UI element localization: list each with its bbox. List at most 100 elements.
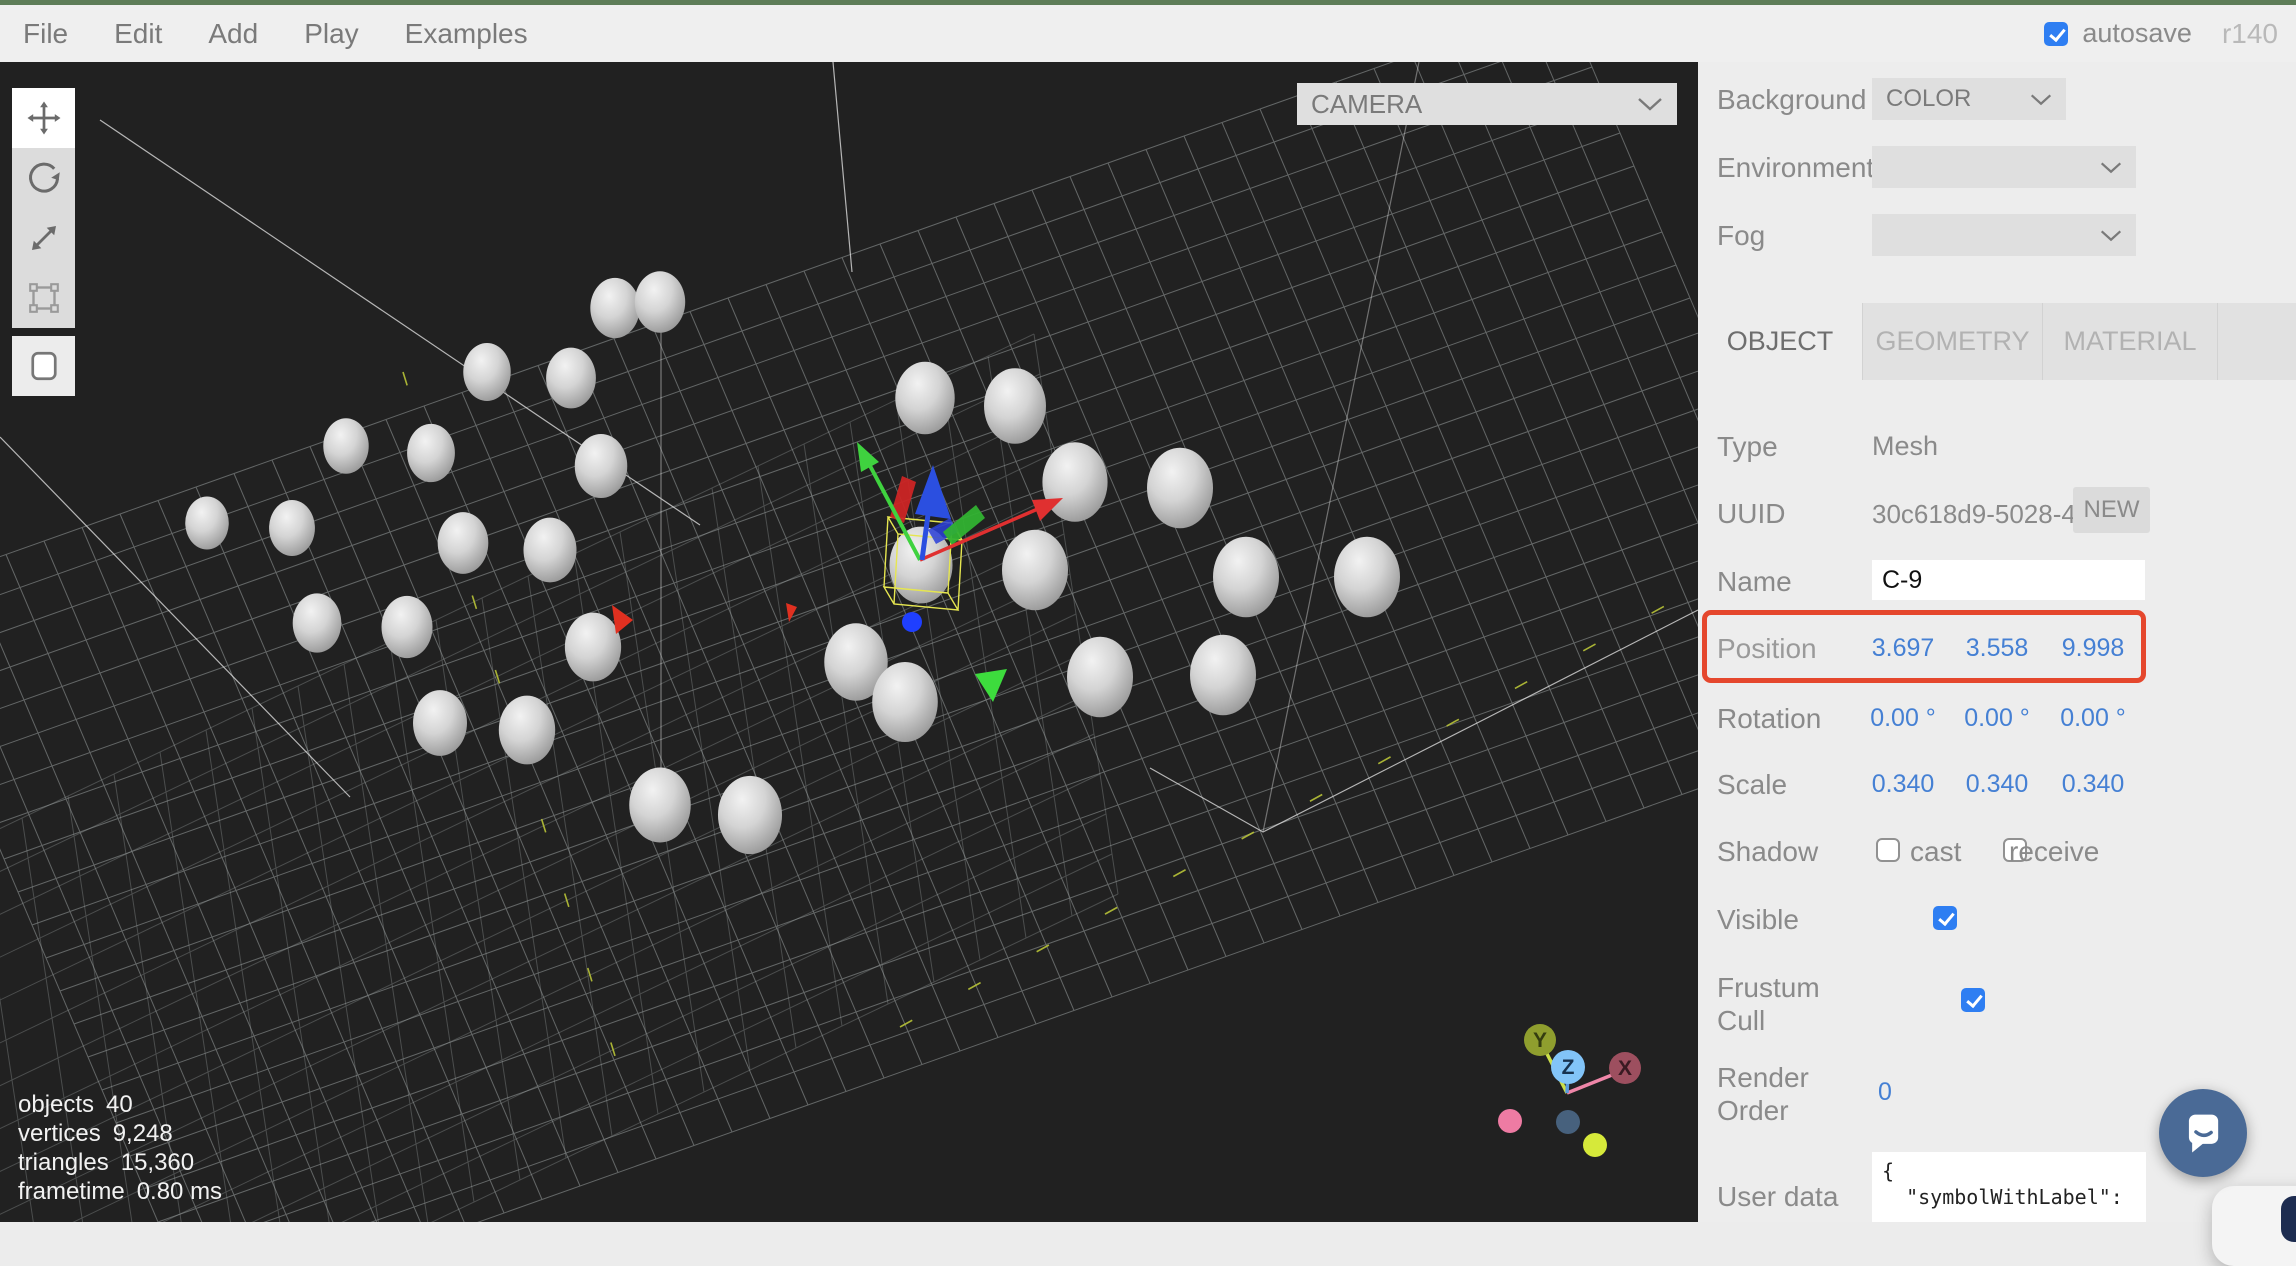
sphere-mesh[interactable]: [1334, 537, 1400, 618]
rotation-z-field[interactable]: 0.00 °: [2057, 704, 2129, 733]
shadow-cast-checkbox[interactable]: [1876, 838, 1900, 862]
axis-neg-x-ball[interactable]: [1498, 1109, 1522, 1133]
camera-select[interactable]: CAMERA: [1297, 83, 1677, 125]
scale-z-field[interactable]: 0.340: [2057, 770, 2129, 799]
autosave-checkbox[interactable]: [2044, 22, 2068, 46]
sphere-mesh[interactable]: [984, 368, 1046, 444]
scale-tool-button[interactable]: [12, 208, 75, 268]
camera-helper-lines: [0, 62, 1698, 832]
sphere-mesh[interactable]: [293, 593, 342, 652]
tab-material[interactable]: MATERIAL: [2043, 303, 2218, 380]
name-label: Name: [1717, 566, 1792, 598]
background-color-swatch[interactable]: [2083, 87, 2131, 113]
scale-label: Scale: [1717, 769, 1787, 801]
uuid-new-button[interactable]: NEW: [2073, 487, 2150, 533]
type-value: Mesh: [1872, 431, 1938, 462]
shadow-label: Shadow: [1717, 836, 1818, 868]
sphere-mesh[interactable]: [463, 343, 510, 401]
stat-frametime-value: 0.80 ms: [137, 1177, 222, 1206]
sphere-mesh[interactable]: [438, 512, 489, 574]
version-label[interactable]: r140: [2222, 18, 2278, 50]
sphere-mesh[interactable]: [523, 518, 576, 583]
sphere-mesh[interactable]: [499, 696, 555, 765]
shadow-cast-label: cast: [1910, 836, 1961, 868]
axis-x-label: X: [1618, 1057, 1632, 1080]
transform-rect-tool-button[interactable]: [12, 268, 75, 328]
sphere-mesh[interactable]: [269, 500, 315, 556]
background-select-value: COLOR: [1886, 85, 1971, 113]
scale-x-field[interactable]: 0.340: [1867, 770, 1939, 799]
axis-neg-y-ball[interactable]: [1583, 1133, 1607, 1157]
sphere-mesh[interactable]: [323, 418, 368, 473]
visible-label: Visible: [1717, 904, 1799, 936]
tab-geometry[interactable]: GEOMETRY: [1863, 303, 2043, 380]
stat-objects-label: objects: [18, 1090, 94, 1119]
sphere-meshes[interactable]: [185, 271, 1400, 854]
tab-object[interactable]: OBJECT: [1698, 303, 1863, 380]
corner-widget[interactable]: [2281, 1196, 2296, 1242]
sphere-mesh[interactable]: [565, 613, 621, 682]
sphere-mesh[interactable]: [635, 271, 685, 333]
viewport-toolbar: [12, 88, 75, 396]
rotation-label: Rotation: [1717, 703, 1821, 735]
render-stats: objects40 vertices9,248 triangles15,360 …: [18, 1090, 222, 1206]
sphere-mesh[interactable]: [1042, 442, 1107, 522]
sphere-mesh[interactable]: [590, 278, 639, 338]
menu-file[interactable]: File: [0, 18, 91, 50]
sphere-mesh[interactable]: [575, 434, 628, 498]
sphere-mesh[interactable]: [872, 662, 938, 742]
position-label: Position: [1717, 633, 1817, 665]
render-order-field[interactable]: 0: [1878, 1078, 1892, 1107]
stat-frametime-label: frametime: [18, 1177, 125, 1206]
visible-checkbox[interactable]: [1933, 906, 1957, 930]
stat-vertices-value: 9,248: [113, 1119, 173, 1148]
camera-select-value: CAMERA: [1311, 89, 1422, 120]
scene-canvas[interactable]: Y X Z: [0, 62, 1698, 1222]
user-data-textarea[interactable]: { "symbolWithLabel":: [1872, 1152, 2146, 1222]
sphere-mesh[interactable]: [1213, 537, 1279, 618]
stat-vertices-label: vertices: [18, 1119, 101, 1148]
gizmo-z-arrow[interactable]: [915, 465, 951, 519]
sphere-mesh[interactable]: [407, 424, 455, 482]
background-select[interactable]: COLOR: [1872, 78, 2066, 120]
rotation-x-field[interactable]: 0.00 °: [1867, 704, 1939, 733]
sphere-mesh[interactable]: [629, 767, 691, 842]
local-space-toggle-button[interactable]: [12, 336, 75, 396]
menu-examples[interactable]: Examples: [382, 18, 551, 50]
sphere-mesh[interactable]: [1067, 637, 1133, 718]
rotate-tool-button[interactable]: [12, 148, 75, 208]
menu-add[interactable]: Add: [185, 18, 281, 50]
axis-neg-z-ball[interactable]: [1556, 1110, 1580, 1134]
autosave-label: autosave: [2082, 18, 2192, 49]
gizmo-y-arrow[interactable]: [857, 442, 879, 472]
view-axis-helper[interactable]: Y X Z: [1498, 1024, 1641, 1157]
menubar: File Edit Add Play Examples autosave r14…: [0, 5, 2296, 62]
sphere-mesh[interactable]: [718, 776, 782, 854]
sidebar-tabbar: OBJECT GEOMETRY MATERIAL: [1698, 303, 2296, 380]
menu-play[interactable]: Play: [281, 18, 381, 50]
translate-tool-button[interactable]: [12, 88, 75, 148]
scale-y-field[interactable]: 0.340: [1961, 770, 2033, 799]
sphere-mesh[interactable]: [546, 348, 596, 409]
viewport[interactable]: Y X Z: [0, 62, 1698, 1222]
position-y-field[interactable]: 3.558: [1961, 634, 2033, 663]
shadow-receive-label: receive: [2009, 836, 2099, 868]
sphere-mesh[interactable]: [413, 690, 467, 756]
position-z-field[interactable]: 9.998: [2057, 634, 2129, 663]
sphere-mesh[interactable]: [1002, 530, 1068, 611]
fog-select[interactable]: [1872, 214, 2136, 256]
menu-edit[interactable]: Edit: [91, 18, 185, 50]
sphere-mesh[interactable]: [1190, 635, 1256, 716]
sphere-mesh[interactable]: [1147, 448, 1213, 529]
chat-launcher-button[interactable]: [2159, 1089, 2247, 1177]
position-x-field[interactable]: 3.697: [1867, 634, 1939, 663]
frustum-cull-checkbox[interactable]: [1961, 988, 1985, 1012]
name-input[interactable]: [1872, 560, 2145, 600]
rotation-y-field[interactable]: 0.00 °: [1961, 704, 2033, 733]
environment-select[interactable]: [1872, 146, 2136, 188]
sphere-mesh[interactable]: [381, 596, 432, 658]
sphere-mesh[interactable]: [895, 362, 954, 435]
frustum-cull-label: Frustum Cull: [1717, 971, 1862, 1037]
stat-triangles-label: triangles: [18, 1148, 109, 1177]
sphere-mesh[interactable]: [185, 496, 229, 549]
